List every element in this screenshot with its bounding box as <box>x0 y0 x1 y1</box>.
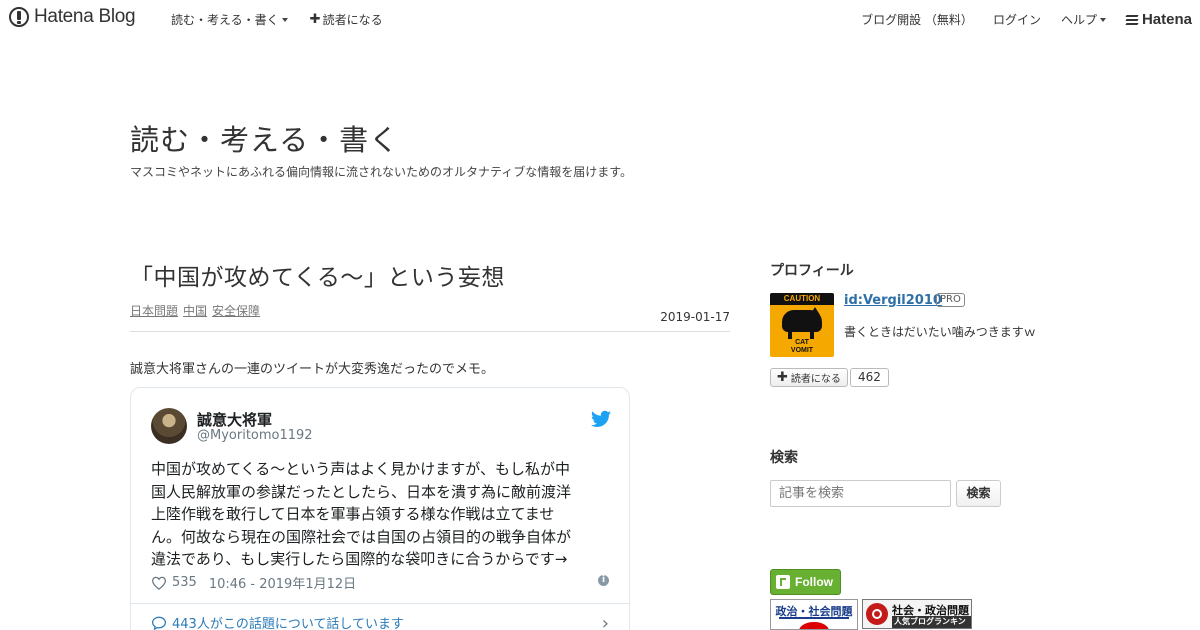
tweet-footer: 535 10:46 - 2019年1月12日 i <box>151 573 609 592</box>
banner-subtitle: 人気ブログランキング <box>892 616 971 628</box>
ranking-banner-blog[interactable]: 社会・政治問題 人気ブログランキング <box>862 599 972 629</box>
help-label: ヘルプ <box>1060 13 1097 27</box>
plus-icon: ✚ <box>309 12 321 27</box>
feedly-icon <box>776 575 790 589</box>
blog-nav: 読む・考える・書く ✚ 読者になる <box>171 11 405 28</box>
tweet-text-line: ん。何故なら現在の国際社会では自国の占領目的の戦争自体が <box>151 527 572 546</box>
tweet-author-handle[interactable]: @Myoritomo1192 <box>197 428 313 443</box>
profile-bio: 書くときはだいたい噛みつきますｗ <box>844 325 1036 339</box>
cat-leg <box>788 331 792 339</box>
tweet-text-line: 中国が攻めてくる～という声はよく見かけますが、もし私が中 <box>151 460 570 478</box>
login-link[interactable]: ログイン <box>993 11 1041 28</box>
ranking-banner-politics[interactable]: 政治・社会問題 <box>770 599 858 630</box>
tweet-avatar[interactable] <box>151 408 187 444</box>
search-input[interactable] <box>770 480 951 507</box>
sidebar-search: 検索 検索 <box>770 447 1070 507</box>
twitter-bird-icon[interactable] <box>591 410 611 428</box>
blog-description: マスコミやネットにあふれる偏向情報に流されないためのオルタナティブな情報を届けま… <box>130 165 633 179</box>
profile-avatar[interactable]: CAUTION CAT VOMIT <box>770 293 834 357</box>
subscribe-button-label: 読者になる <box>790 374 841 385</box>
tweet-conversation-text: 443人がこの話題について話しています <box>172 617 405 630</box>
tweet-like-count[interactable]: 535 <box>172 575 197 590</box>
entry-meta: 日本問題 中国 安全保障 2019-01-17 <box>130 302 730 332</box>
chevron-down-icon <box>281 17 288 22</box>
brand-text: Hatena Blog <box>34 6 136 27</box>
cat-leg <box>810 331 814 339</box>
category-link[interactable]: 安全保障 <box>212 302 260 319</box>
sidebar-profile: プロフィール CAUTION CAT VOMIT id:Vergil2010 P… <box>770 260 1070 387</box>
embedded-tweet[interactable]: 誠意大将軍 @Myoritomo1192 中国が攻めてくる～という声はよく見かけ… <box>130 387 630 630</box>
tweet-text: 中国が攻めてくる～という声はよく見かけますが、もし私が中 国人民解放軍の参謀だっ… <box>151 458 581 571</box>
help-dropdown[interactable]: ヘルプ <box>1061 11 1106 28</box>
reader-count[interactable]: 462 <box>850 368 889 387</box>
global-header: Hatena Blog 読む・考える・書く ✚ 読者になる ブログ開設 （無料）… <box>0 0 1200 36</box>
heart-icon[interactable] <box>151 576 167 590</box>
chevron-right-icon: › <box>601 613 609 630</box>
plus-icon: ✚ <box>777 370 788 385</box>
entry-date[interactable]: 2019-01-17 <box>660 310 730 324</box>
tweet-divider <box>131 603 629 604</box>
avatar-caption-line: CAT <box>795 339 809 346</box>
feedly-follow-button[interactable]: Follow <box>770 569 841 595</box>
banner-underline <box>779 617 849 619</box>
hatena-blog-logo-icon <box>9 7 29 27</box>
blog-menu-label: 読む・考える・書く <box>171 13 279 27</box>
cat-ear <box>810 307 820 315</box>
tweet-author-name[interactable]: 誠意大将軍 <box>197 409 272 430</box>
search-button[interactable]: 検索 <box>956 480 1001 507</box>
subscribe-button[interactable]: ✚ 読者になる <box>770 368 848 387</box>
avatar-caption-line: VOMIT <box>790 347 814 354</box>
entry-categories: 日本問題 中国 安全保障 <box>130 302 730 319</box>
entry-lead-text: 誠意大将軍さんの一連のツイートが大変秀逸だったのでメモ。 <box>130 362 495 377</box>
category-link[interactable]: 中国 <box>183 302 207 319</box>
entry: 「中国が攻めてくる～」という妄想 日本問題 中国 安全保障 2019-01-17… <box>130 258 730 377</box>
tweet-text-line: 違法であり、もし実行したら国際的な袋叩きに合うからです→ <box>151 550 568 568</box>
info-icon[interactable]: i <box>598 575 609 586</box>
profile-avatar-band: CAUTION <box>770 293 834 305</box>
profile-id-link[interactable]: id:Vergil2010 <box>844 293 942 308</box>
hatena-logo-link[interactable]: Hatena <box>1125 11 1200 28</box>
subscribe-link[interactable]: ✚ 読者になる <box>310 11 383 28</box>
tweet-text-line: 上陸作戦を敢行して日本を軍事占領する様な作戦は立てませ <box>151 505 555 523</box>
open-blog-link[interactable]: ブログ開設 （無料） <box>861 11 973 28</box>
tweet-text-line: 国人民解放軍の参謀だったとしたら、日本を潰す為に敵前渡洋 <box>151 482 572 501</box>
blog-menu-dropdown[interactable]: 読む・考える・書く <box>171 11 288 28</box>
chevron-down-icon <box>1099 17 1106 22</box>
tweet-timestamp[interactable]: 10:46 - 2019年1月12日 <box>209 573 356 592</box>
tweet-conversation-link[interactable]: 443人がこの話題について話しています › <box>151 613 609 630</box>
hatena-mark-icon <box>1125 14 1140 25</box>
hatena-logo-text: Hatena <box>1141 11 1192 28</box>
subscribe-label: 読者になる <box>322 13 383 27</box>
speech-bubble-icon <box>151 616 167 630</box>
profile-avatar-caption: CAT VOMIT <box>770 339 834 355</box>
category-link[interactable]: 日本問題 <box>130 302 178 319</box>
global-nav: ブログ開設 （無料） ログイン ヘルプ Hatena <box>841 11 1200 28</box>
entry-title[interactable]: 「中国が攻めてくる～」という妄想 <box>130 258 730 292</box>
ranking-logo-icon <box>866 603 888 625</box>
hatena-blog-brand[interactable]: Hatena Blog <box>9 6 136 28</box>
banner-mark <box>799 622 829 629</box>
follow-label: Follow <box>795 575 833 589</box>
blog-title[interactable]: 読む・考える・書く <box>130 117 399 159</box>
pro-badge: PRO <box>936 293 965 307</box>
search-heading: 検索 <box>770 450 798 466</box>
profile-heading: プロフィール <box>770 263 854 279</box>
